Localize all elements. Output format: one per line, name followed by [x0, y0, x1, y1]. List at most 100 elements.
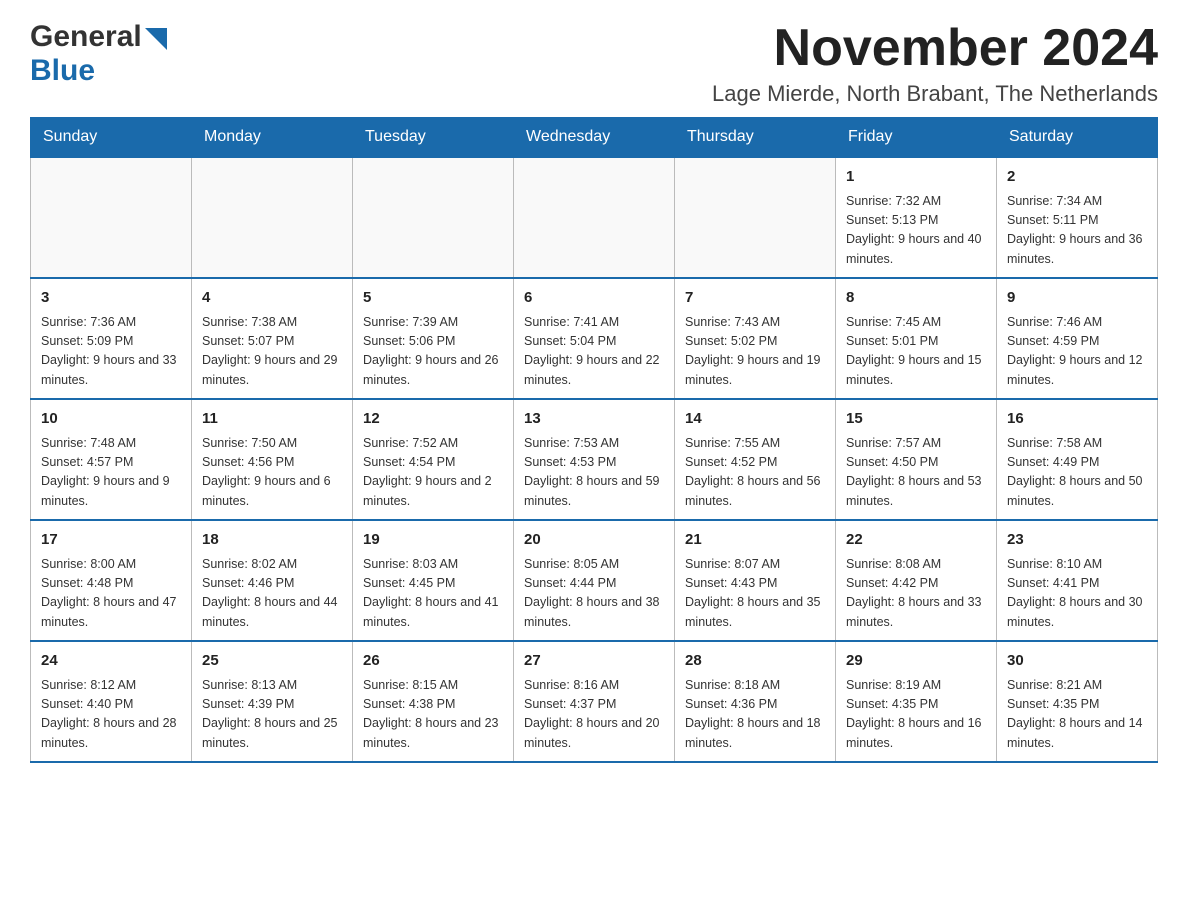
title-section: November 2024 Lage Mierde, North Brabant…: [712, 20, 1158, 107]
calendar-cell: 3 Sunrise: 7:36 AM Sunset: 5:09 PM Daylig…: [31, 278, 192, 399]
calendar-cell: 4 Sunrise: 7:38 AM Sunset: 5:07 PM Daylig…: [192, 278, 353, 399]
day-info: Sunrise: 8:10 AM Sunset: 4:41 PM Dayligh…: [1007, 555, 1147, 633]
day-number: 17: [41, 529, 181, 552]
page-header: General Blue November 2024 Lage Mierde, …: [30, 20, 1158, 107]
day-number: 14: [685, 408, 825, 431]
day-number: 1: [846, 166, 986, 189]
day-number: 21: [685, 529, 825, 552]
weekday-header-sunday: Sunday: [31, 118, 192, 158]
day-number: 29: [846, 650, 986, 673]
calendar-cell: [31, 157, 192, 278]
day-number: 25: [202, 650, 342, 673]
calendar-table: SundayMondayTuesdayWednesdayThursdayFrid…: [30, 117, 1158, 763]
location-subtitle: Lage Mierde, North Brabant, The Netherla…: [712, 81, 1158, 107]
calendar-cell: 17 Sunrise: 8:00 AM Sunset: 4:48 PM Dayli…: [31, 520, 192, 641]
weekday-header-row: SundayMondayTuesdayWednesdayThursdayFrid…: [31, 118, 1158, 158]
day-info: Sunrise: 8:07 AM Sunset: 4:43 PM Dayligh…: [685, 555, 825, 633]
day-info: Sunrise: 8:21 AM Sunset: 4:35 PM Dayligh…: [1007, 676, 1147, 754]
day-info: Sunrise: 8:02 AM Sunset: 4:46 PM Dayligh…: [202, 555, 342, 633]
day-number: 4: [202, 287, 342, 310]
calendar-cell: 14 Sunrise: 7:55 AM Sunset: 4:52 PM Dayli…: [675, 399, 836, 520]
day-number: 18: [202, 529, 342, 552]
calendar-cell: 29 Sunrise: 8:19 AM Sunset: 4:35 PM Dayli…: [836, 641, 997, 762]
calendar-cell: 16 Sunrise: 7:58 AM Sunset: 4:49 PM Dayli…: [997, 399, 1158, 520]
day-number: 10: [41, 408, 181, 431]
week-row-2: 3 Sunrise: 7:36 AM Sunset: 5:09 PM Daylig…: [31, 278, 1158, 399]
day-info: Sunrise: 7:48 AM Sunset: 4:57 PM Dayligh…: [41, 434, 181, 512]
calendar-cell: 12 Sunrise: 7:52 AM Sunset: 4:54 PM Dayli…: [353, 399, 514, 520]
day-info: Sunrise: 7:36 AM Sunset: 5:09 PM Dayligh…: [41, 313, 181, 391]
calendar-cell: 19 Sunrise: 8:03 AM Sunset: 4:45 PM Dayli…: [353, 520, 514, 641]
logo: General Blue: [30, 20, 167, 88]
week-row-3: 10 Sunrise: 7:48 AM Sunset: 4:57 PM Dayli…: [31, 399, 1158, 520]
day-info: Sunrise: 7:32 AM Sunset: 5:13 PM Dayligh…: [846, 192, 986, 270]
day-info: Sunrise: 7:50 AM Sunset: 4:56 PM Dayligh…: [202, 434, 342, 512]
day-number: 6: [524, 287, 664, 310]
weekday-header-friday: Friday: [836, 118, 997, 158]
day-info: Sunrise: 7:57 AM Sunset: 4:50 PM Dayligh…: [846, 434, 986, 512]
day-info: Sunrise: 8:05 AM Sunset: 4:44 PM Dayligh…: [524, 555, 664, 633]
calendar-cell: 26Sunrise: 8:15 AM Sunset: 4:38 PM Dayli…: [353, 641, 514, 762]
calendar-cell: 15Sunrise: 7:57 AM Sunset: 4:50 PM Dayli…: [836, 399, 997, 520]
day-info: Sunrise: 8:08 AM Sunset: 4:42 PM Dayligh…: [846, 555, 986, 633]
calendar-cell: 13 Sunrise: 7:53 AM Sunset: 4:53 PM Dayli…: [514, 399, 675, 520]
calendar-cell: 6 Sunrise: 7:41 AM Sunset: 5:04 PM Daylig…: [514, 278, 675, 399]
calendar-cell: 5Sunrise: 7:39 AM Sunset: 5:06 PM Daylig…: [353, 278, 514, 399]
month-year-title: November 2024: [712, 20, 1158, 77]
day-info: Sunrise: 8:13 AM Sunset: 4:39 PM Dayligh…: [202, 676, 342, 754]
day-info: Sunrise: 8:16 AM Sunset: 4:37 PM Dayligh…: [524, 676, 664, 754]
week-row-4: 17 Sunrise: 8:00 AM Sunset: 4:48 PM Dayli…: [31, 520, 1158, 641]
day-info: Sunrise: 8:19 AM Sunset: 4:35 PM Dayligh…: [846, 676, 986, 754]
day-info: Sunrise: 7:41 AM Sunset: 5:04 PM Dayligh…: [524, 313, 664, 391]
day-number: 9: [1007, 287, 1147, 310]
day-number: 28: [685, 650, 825, 673]
day-info: Sunrise: 7:43 AM Sunset: 5:02 PM Dayligh…: [685, 313, 825, 391]
day-number: 2: [1007, 166, 1147, 189]
calendar-cell: 22Sunrise: 8:08 AM Sunset: 4:42 PM Dayli…: [836, 520, 997, 641]
week-row-1: 1 Sunrise: 7:32 AM Sunset: 5:13 PM Daylig…: [31, 157, 1158, 278]
day-info: Sunrise: 8:00 AM Sunset: 4:48 PM Dayligh…: [41, 555, 181, 633]
calendar-cell: 7 Sunrise: 7:43 AM Sunset: 5:02 PM Daylig…: [675, 278, 836, 399]
day-info: Sunrise: 8:03 AM Sunset: 4:45 PM Dayligh…: [363, 555, 503, 633]
day-info: Sunrise: 7:45 AM Sunset: 5:01 PM Dayligh…: [846, 313, 986, 391]
calendar-cell: 27Sunrise: 8:16 AM Sunset: 4:37 PM Dayli…: [514, 641, 675, 762]
calendar-cell: 24Sunrise: 8:12 AM Sunset: 4:40 PM Dayli…: [31, 641, 192, 762]
calendar-cell: [675, 157, 836, 278]
day-info: Sunrise: 7:34 AM Sunset: 5:11 PM Dayligh…: [1007, 192, 1147, 270]
day-number: 19: [363, 529, 503, 552]
day-info: Sunrise: 7:55 AM Sunset: 4:52 PM Dayligh…: [685, 434, 825, 512]
weekday-header-wednesday: Wednesday: [514, 118, 675, 158]
day-number: 16: [1007, 408, 1147, 431]
calendar-cell: 20 Sunrise: 8:05 AM Sunset: 4:44 PM Dayli…: [514, 520, 675, 641]
logo-blue-text: Blue: [30, 54, 95, 88]
day-number: 7: [685, 287, 825, 310]
day-number: 23: [1007, 529, 1147, 552]
day-number: 12: [363, 408, 503, 431]
day-info: Sunrise: 7:52 AM Sunset: 4:54 PM Dayligh…: [363, 434, 503, 512]
calendar-cell: 8Sunrise: 7:45 AM Sunset: 5:01 PM Daylig…: [836, 278, 997, 399]
weekday-header-saturday: Saturday: [997, 118, 1158, 158]
week-row-5: 24Sunrise: 8:12 AM Sunset: 4:40 PM Dayli…: [31, 641, 1158, 762]
logo-arrow-icon: [145, 28, 167, 50]
calendar-cell: 9 Sunrise: 7:46 AM Sunset: 4:59 PM Daylig…: [997, 278, 1158, 399]
calendar-cell: 28 Sunrise: 8:18 AM Sunset: 4:36 PM Dayli…: [675, 641, 836, 762]
day-info: Sunrise: 8:15 AM Sunset: 4:38 PM Dayligh…: [363, 676, 503, 754]
day-info: Sunrise: 7:46 AM Sunset: 4:59 PM Dayligh…: [1007, 313, 1147, 391]
weekday-header-thursday: Thursday: [675, 118, 836, 158]
calendar-cell: 25 Sunrise: 8:13 AM Sunset: 4:39 PM Dayli…: [192, 641, 353, 762]
day-number: 30: [1007, 650, 1147, 673]
day-number: 3: [41, 287, 181, 310]
day-number: 24: [41, 650, 181, 673]
day-number: 13: [524, 408, 664, 431]
calendar-cell: 18 Sunrise: 8:02 AM Sunset: 4:46 PM Dayli…: [192, 520, 353, 641]
weekday-header-monday: Monday: [192, 118, 353, 158]
day-info: Sunrise: 8:18 AM Sunset: 4:36 PM Dayligh…: [685, 676, 825, 754]
day-info: Sunrise: 7:53 AM Sunset: 4:53 PM Dayligh…: [524, 434, 664, 512]
day-number: 20: [524, 529, 664, 552]
calendar-cell: 2 Sunrise: 7:34 AM Sunset: 5:11 PM Daylig…: [997, 157, 1158, 278]
day-number: 11: [202, 408, 342, 431]
day-info: Sunrise: 7:58 AM Sunset: 4:49 PM Dayligh…: [1007, 434, 1147, 512]
calendar-cell: 23 Sunrise: 8:10 AM Sunset: 4:41 PM Dayli…: [997, 520, 1158, 641]
calendar-cell: [514, 157, 675, 278]
day-info: Sunrise: 7:38 AM Sunset: 5:07 PM Dayligh…: [202, 313, 342, 391]
